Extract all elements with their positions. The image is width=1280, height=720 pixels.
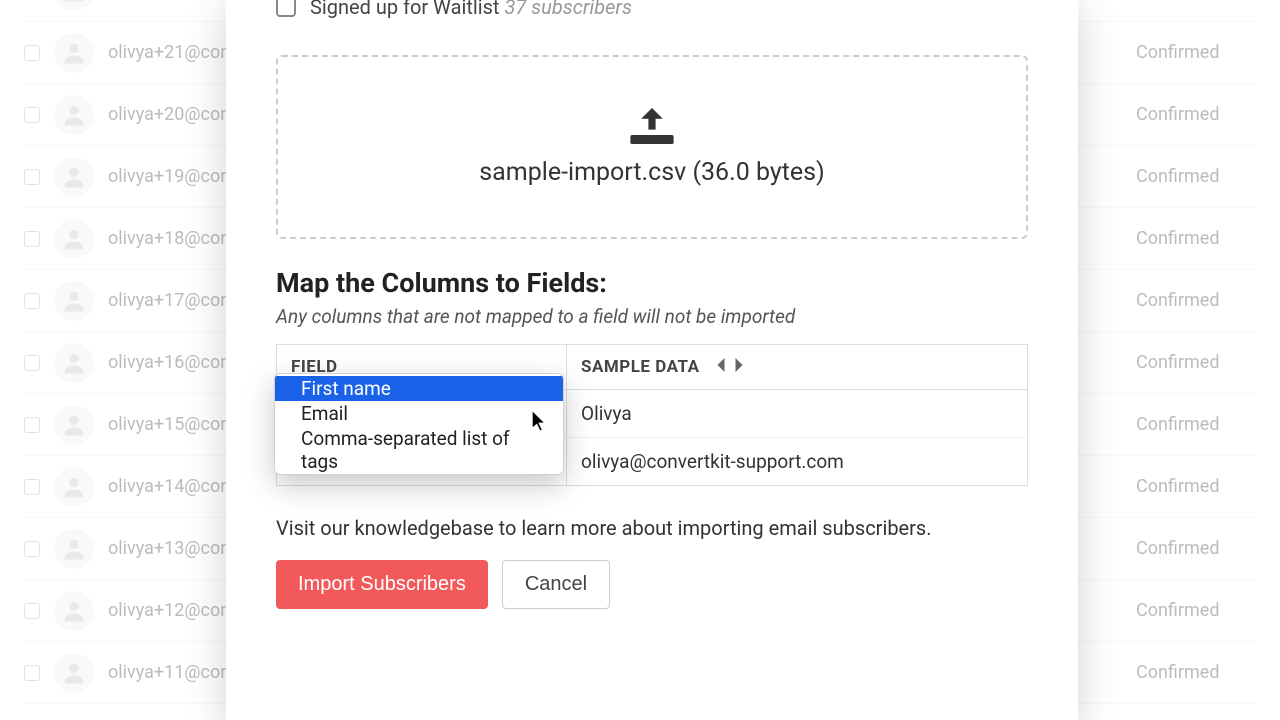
import-subscribers-button[interactable]: Import Subscribers — [276, 560, 488, 609]
next-sample-icon[interactable] — [732, 358, 746, 372]
select-option-email[interactable]: Email — [275, 401, 563, 426]
import-modal: Signed up for Waitlist 37 subscribers sa… — [226, 0, 1078, 720]
uploaded-filename: sample-import.csv (36.0 bytes) — [479, 158, 824, 187]
field-select-dropdown[interactable]: ✓ First name Email Comma-separated list … — [274, 373, 564, 475]
cursor-icon — [531, 410, 549, 434]
tag-option-waitlist[interactable]: Signed up for Waitlist 37 subscribers — [276, 0, 1028, 19]
select-option-label: Email — [301, 402, 348, 425]
checkbox[interactable] — [276, 0, 296, 17]
select-option-label: Comma-separated list of tags — [301, 427, 510, 473]
modal-actions: Import Subscribers Cancel — [276, 560, 1028, 609]
prev-sample-icon[interactable] — [714, 358, 728, 372]
upload-icon — [630, 108, 674, 144]
tag-count: 37 subscribers — [504, 0, 632, 19]
select-option-tags[interactable]: Comma-separated list of tags — [275, 426, 563, 474]
select-option-label: First name — [301, 377, 391, 400]
sample-data-cell: olivya@convertkit-support.com — [567, 438, 1028, 486]
select-option-first-name[interactable]: First name — [275, 376, 563, 401]
tag-label: Signed up for Waitlist — [310, 0, 499, 19]
map-columns-heading: Map the Columns to Fields: — [276, 267, 1028, 299]
cancel-button[interactable]: Cancel — [502, 560, 610, 609]
sample-data-column-header: Sample Data — [567, 345, 1028, 390]
file-dropzone[interactable]: sample-import.csv (36.0 bytes) — [276, 55, 1028, 239]
knowledgebase-link-line[interactable]: Visit our knowledgebase to learn more ab… — [276, 516, 1028, 540]
map-columns-subtext: Any columns that are not mapped to a fie… — [276, 305, 1028, 328]
sample-data-label: Sample Data — [581, 357, 700, 377]
sample-data-cell: Olivya — [567, 390, 1028, 438]
